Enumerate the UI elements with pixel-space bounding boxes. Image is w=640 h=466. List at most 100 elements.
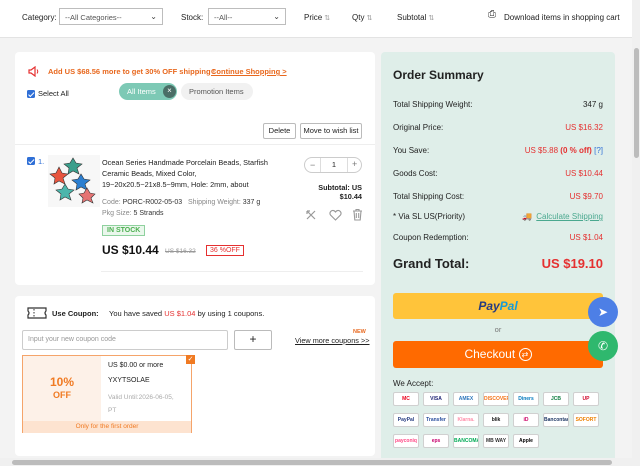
minus-icon[interactable]: − <box>310 160 315 170</box>
product-pkg: Pkg Size: 5 Strands <box>102 210 164 217</box>
select-all-label: Select All <box>38 89 69 98</box>
divider <box>15 144 375 145</box>
coupon-card[interactable]: 10% OFF ✓ US $0.00 or more YXYTSOLAE Val… <box>22 355 195 433</box>
use-coupon-label: Use Coupon: <box>52 309 99 318</box>
discount-badge: 36 %OFF <box>206 245 244 256</box>
or-divider: or <box>494 325 502 334</box>
category-label: Category: <box>22 13 57 22</box>
chevron-down-icon: ⌄ <box>150 12 157 21</box>
payment-logo-blik: blik <box>483 413 509 427</box>
coupon-valid: Valid Until:2026-06-05, PT <box>108 394 174 414</box>
category-select[interactable]: --All Categories-- ⌄ <box>59 8 163 25</box>
payment-logo-payconiq: payconiq <box>393 434 419 448</box>
horizontal-scrollbar[interactable] <box>0 458 632 466</box>
stock-label: Stock: <box>181 13 204 22</box>
move-to-wishlist-button[interactable]: Move to wish list <box>300 123 362 139</box>
sort-icon: ⇅ <box>366 15 373 22</box>
sort-icon: ⇅ <box>324 15 331 22</box>
payment-logo-visa: VISA <box>423 392 449 406</box>
sort-price[interactable]: Price ⇅ <box>304 13 330 22</box>
payment-logo-bancomat-pay: BANCOMAT Pay <box>453 434 479 448</box>
payment-logo-discover: DISCOVER <box>483 392 509 406</box>
payment-logo-transfer: Transfer <box>423 413 449 427</box>
sort-qty[interactable]: Qty ⇅ <box>352 13 372 22</box>
item-index: 1. <box>38 157 45 166</box>
stock-select[interactable]: --All-- ⌄ <box>208 8 286 25</box>
vertical-scrollbar[interactable] <box>632 0 640 466</box>
payment-logo-id: iD <box>513 413 539 427</box>
coupon-off: OFF <box>53 390 71 400</box>
item-price: US $10.44 <box>102 243 159 257</box>
calculate-shipping-link[interactable]: 🚚 Calculate Shipping <box>522 212 603 221</box>
help-link[interactable]: [?] <box>594 146 603 155</box>
delete-button[interactable]: Delete <box>263 123 296 139</box>
product-title[interactable]: Ocean Series Handmade Porcelain Beads, S… <box>102 157 287 190</box>
order-summary-panel: Order Summary Total Shipping Weight: 347 … <box>381 52 615 462</box>
tab-promotion-items[interactable]: Promotion Items <box>181 83 253 100</box>
summary-title: Order Summary <box>393 68 484 82</box>
whatsapp-float-button[interactable]: ✆ <box>588 331 618 361</box>
add-coupon-button[interactable]: + <box>234 330 272 350</box>
promo-text: Add US $68.56 more to get 30% OFF shippi… <box>48 67 216 76</box>
checkout-button[interactable]: Checkout ⇄ <box>393 341 603 368</box>
product-meta: Code: PORC-R002-05-03 Shipping Weight: 3… <box>102 199 261 206</box>
payment-logo-diners: Diners <box>513 392 539 406</box>
coupon-card-left: 10% OFF <box>23 356 101 421</box>
view-more-coupons-link[interactable]: View more coupons >> <box>295 336 370 345</box>
summary-row-shipping-cost: Total Shipping Cost: US $9.70 <box>393 192 603 201</box>
divider <box>101 271 363 272</box>
payment-logo-amex: AMEX <box>453 392 479 406</box>
quantity-stepper[interactable]: − 1 + <box>304 157 362 173</box>
cart-panel: Add US $68.56 more to get 30% OFF shippi… <box>15 52 375 285</box>
filter-bar: Category: --All Categories-- ⌄ Stock: --A… <box>0 0 632 38</box>
coupon-percent: 10% <box>49 375 75 389</box>
trash-icon[interactable] <box>352 208 363 221</box>
payment-logo-klarna-: Klarna. <box>453 413 479 427</box>
download-icon[interactable]: ⎙ <box>488 9 496 20</box>
arrow-circle-icon: ⇄ <box>518 348 532 361</box>
payment-logo-mb-way: MB WAY <box>483 434 509 448</box>
coupon-saved-text: You have saved US $1.04 by using 1 coupo… <box>109 309 265 318</box>
coupon-footer: Only for the first order <box>23 421 191 433</box>
payment-logo-paypal: PayPal <box>393 413 419 427</box>
stock-badge: IN STOCK <box>102 225 146 236</box>
payment-logo-mc: MC <box>393 392 419 406</box>
payment-logo-bancontact: Bancontact <box>543 413 569 427</box>
split-icon[interactable] <box>305 209 317 221</box>
grand-total-value: US $19.10 <box>541 256 603 271</box>
grand-total-label: Grand Total: <box>393 256 470 271</box>
continue-shopping-link[interactable]: Continue Shopping > <box>211 67 287 76</box>
coupon-code-input[interactable]: Input your new coupon code <box>22 330 228 350</box>
heart-icon[interactable] <box>329 209 342 221</box>
coupon-min: US $0.00 or more <box>108 362 164 369</box>
download-link[interactable]: Download items in shopping cart <box>504 13 620 22</box>
plus-icon[interactable]: + <box>352 159 357 169</box>
sort-icon: ⇅ <box>428 15 435 22</box>
coupon-icon <box>27 307 47 319</box>
tab-all-items[interactable]: All Items × <box>119 83 177 100</box>
truck-icon: 🚚 <box>522 212 533 221</box>
item-old-price: US $16.32 <box>165 248 196 255</box>
summary-row-original-price: Original Price: US $16.32 <box>393 123 603 132</box>
megaphone-icon <box>28 66 39 77</box>
new-badge: NEW <box>353 329 366 335</box>
chevron-down-icon: ⌄ <box>273 12 280 21</box>
coupon-panel: Use Coupon: You have saved US $1.04 by u… <box>15 296 375 456</box>
summary-row-shipping-method: * Via SL US(Priority) 🚚 Calculate Shipping <box>393 212 603 221</box>
sort-subtotal[interactable]: Subtotal ⇅ <box>397 13 434 22</box>
telegram-float-button[interactable]: ➤ <box>588 297 618 327</box>
summary-row-coupon: Coupon Redemption: US $1.04 <box>393 233 603 242</box>
payment-logo-apple-pay: Apple Pay <box>513 434 539 448</box>
select-all-checkbox[interactable] <box>27 90 35 98</box>
summary-row-you-save: You Save: US $5.88 (0 % off) [?] <box>393 146 603 155</box>
payment-logo-eps: eps <box>423 434 449 448</box>
payment-logo-up: UP <box>573 392 599 406</box>
we-accept-label: We Accept: <box>393 379 434 388</box>
close-icon[interactable]: × <box>163 85 176 98</box>
paypal-button[interactable]: PayPal <box>393 293 603 319</box>
item-checkbox[interactable] <box>27 157 35 165</box>
coupon-code: YXYTSOLAE <box>108 377 150 384</box>
quantity-input[interactable]: 1 <box>320 158 348 172</box>
product-image[interactable] <box>48 155 100 207</box>
payment-logo-jcb: JCB <box>543 392 569 406</box>
